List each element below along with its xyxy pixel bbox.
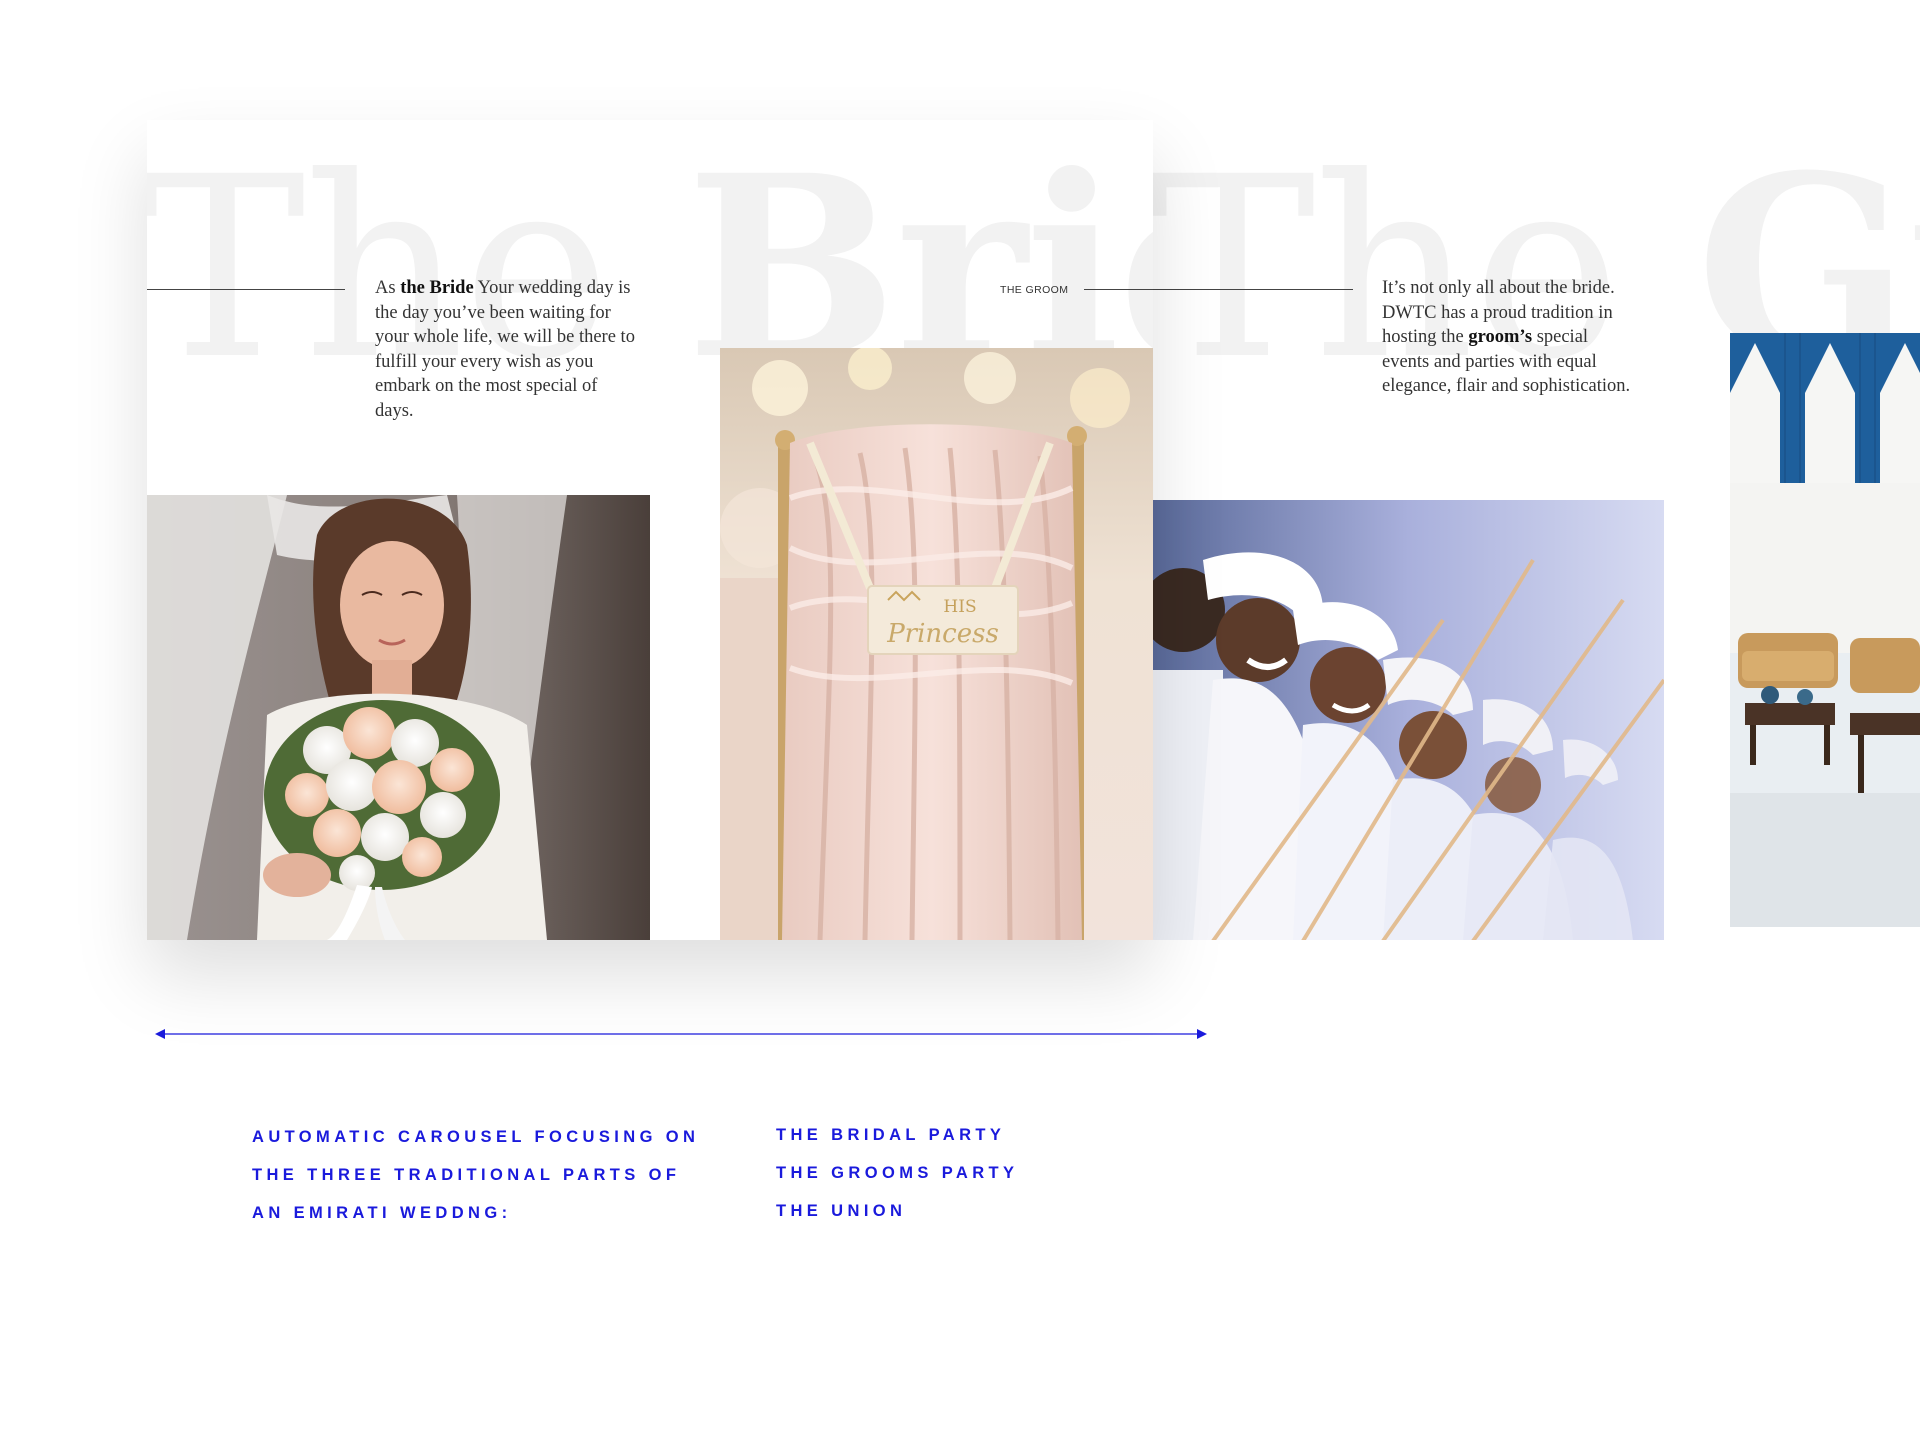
description-line: the three traditional parts of [252, 1166, 681, 1184]
majlis-photo-art [1730, 333, 1920, 927]
wedding-part-item: The union [776, 1202, 907, 1220]
intro-bold: the Bride [400, 278, 474, 298]
carousel-slide-groom[interactable]: The Groo It’s not only all about the bri… [1153, 120, 1920, 940]
carousel-description: Automatic carousel focusing on the three… [252, 1118, 699, 1232]
groom-intro-text: It’s not only all about the bride. DWTC … [1382, 278, 1631, 396]
next-slide-label[interactable]: THE GROOM [1000, 284, 1068, 296]
his-princess-chair-photo: HIS Princess [720, 348, 1153, 940]
bouquet-photo-art [147, 495, 650, 940]
wedding-part-item: The grooms party [776, 1164, 1019, 1182]
wedding-parts-list: The bridal party The grooms party The un… [776, 1116, 1018, 1230]
carousel-stage: The Bride As the Bride Your wedding day … [0, 0, 1920, 1450]
description-line: Automatic carousel focusing on [252, 1128, 700, 1146]
chair-sign-script: Princess [886, 619, 999, 649]
intro-bold: groom’s [1468, 327, 1533, 347]
width-indicator-arrow [155, 1029, 1207, 1039]
carousel-slide-bride[interactable]: The Bride As the Bride Your wedding day … [147, 120, 1153, 940]
section-divider [147, 289, 345, 290]
description-line: an Emirati weddng: [252, 1204, 512, 1222]
chair-photo-art: HIS Princess [720, 348, 1153, 940]
groom-party-men-celebrating-photo [1153, 500, 1664, 940]
section-divider [1153, 289, 1353, 290]
majlis-hall-photo [1730, 333, 1920, 927]
chair-sign-top: HIS [943, 597, 976, 617]
bride-intro-text: As the Bride Your wedding day is the day… [375, 278, 635, 421]
wedding-part-item: The bridal party [776, 1126, 1006, 1144]
men-photo-art [1153, 500, 1664, 940]
nav-divider [1084, 289, 1153, 290]
bride-with-bouquet-photo [147, 495, 650, 940]
